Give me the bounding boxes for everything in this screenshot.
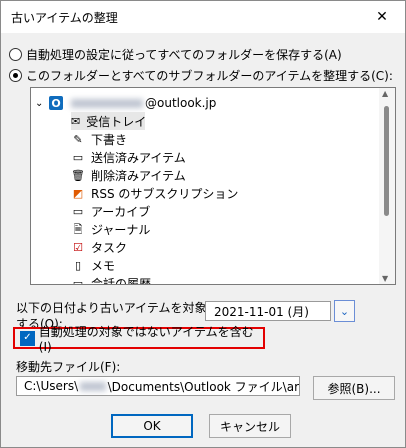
radio-keep-all-indicator[interactable] <box>9 48 22 61</box>
destination-path-field[interactable]: C:\Users\ \Documents\Outlook ファイル\ar <box>16 376 300 396</box>
note-icon: ▯ <box>74 258 82 272</box>
folder-icon: ▭ <box>72 204 84 218</box>
redacted-account-name <box>71 98 143 108</box>
task-icon: ☑ <box>73 240 83 254</box>
close-button[interactable]: ✕ <box>359 1 405 33</box>
tree-item-drafts-label: 下書き <box>91 132 128 147</box>
tree-item-tasks[interactable]: ☑ タスク <box>71 238 127 256</box>
tree-item-sent[interactable]: ▭ 送信済みアイテム <box>71 148 186 166</box>
radio-archive-folder-label: このフォルダーとすべてのサブフォルダーのアイテムを整理する(C): <box>26 69 393 83</box>
ok-button[interactable]: OK <box>111 414 193 438</box>
tree-scrollbar[interactable]: ▲ ▼ <box>379 88 395 284</box>
tree-item-journal-label: ジャーナル <box>91 222 151 237</box>
envelope-icon: ✉ <box>71 114 81 128</box>
scroll-down-arrow-icon[interactable]: ▼ <box>382 274 388 283</box>
tree-item-drafts[interactable]: ✎ 下書き <box>71 130 127 148</box>
tree-item-deleted[interactable]: 🗑 削除済みアイテム <box>71 166 186 184</box>
pencil-icon: ✎ <box>73 132 83 146</box>
include-non-archive-items-checkbox-row[interactable]: ✓ 自動処理の対象ではないアイテムを含む(I) <box>13 325 265 354</box>
date-field[interactable]: 2021-11-01 (月) <box>205 301 331 321</box>
tree-item-tasks-label: タスク <box>91 240 128 255</box>
tree-item-inbox[interactable]: ✉ 受信トレイ <box>71 112 147 130</box>
cancel-button[interactable]: キャンセル <box>209 414 291 438</box>
tree-item-archive[interactable]: ▭ アーカイブ <box>71 202 150 220</box>
rss-icon: ◩ <box>72 186 84 200</box>
titlebar: 古いアイテムの整理 ✕ <box>1 1 405 33</box>
destination-path-suffix: \Documents\Outlook ファイル\ar <box>107 379 299 394</box>
destination-path-prefix: C:\Users\ <box>24 379 79 393</box>
dialog-title: 古いアイテムの整理 <box>11 11 118 25</box>
chevron-down-icon: ⌄ <box>339 304 350 318</box>
tree-item-archive-label: アーカイブ <box>91 204 151 219</box>
outlook-icon: O <box>49 96 63 110</box>
tree-item-journal[interactable]: 🗎 ジャーナル <box>71 220 151 238</box>
date-dropdown-button[interactable]: ⌄ <box>334 300 355 322</box>
folder-tree[interactable]: ⌄ O @outlook.jp ✉ 受信トレイ ✎ 下書き ▭ 送信済みアイテム… <box>30 87 396 285</box>
tree-item-deleted-label: 削除済みアイテム <box>91 168 186 183</box>
journal-icon: 🗎 <box>73 222 83 236</box>
radio-archive-folder-indicator[interactable] <box>9 69 22 82</box>
destination-label: 移動先ファイル(F): <box>16 360 121 374</box>
trash-icon: 🗑 <box>71 168 85 182</box>
collapse-chevron-icon[interactable]: ⌄ <box>35 98 45 109</box>
include-non-archive-items-label: 自動処理の対象ではないアイテムを含む(I) <box>38 324 254 354</box>
include-non-archive-items-checkbox[interactable]: ✓ <box>20 330 35 346</box>
browse-button[interactable]: 参照(B)... <box>313 376 395 400</box>
radio-keep-all[interactable]: 自動処理の設定に従ってすべてのフォルダーを保存する(A) <box>9 46 342 63</box>
tree-item-notes-label: メモ <box>91 258 116 273</box>
redacted-user-folder <box>80 381 106 391</box>
archive-dialog: 古いアイテムの整理 ✕ 自動処理の設定に従ってすべてのフォルダーを保存する(A)… <box>0 0 406 448</box>
tree-item-sent-label: 送信済みアイテム <box>91 150 186 165</box>
folder-icon: ▭ <box>72 150 84 164</box>
tree-item-conversation-history-label: 会話の履歴 <box>91 276 152 285</box>
date-label-line1: 以下の日付より古いアイテムを対象と <box>16 301 219 315</box>
tree-item-rss[interactable]: ◩ RSS のサブスクリプション <box>71 184 239 202</box>
tree-item-rss-label: RSS のサブスクリプション <box>91 186 239 201</box>
scroll-up-arrow-icon[interactable]: ▲ <box>382 89 388 98</box>
tree-item-conversation-history[interactable]: ▭ 会話の履歴 <box>71 274 151 285</box>
tree-account-row[interactable]: ⌄ O @outlook.jp <box>35 94 216 112</box>
radio-keep-all-label: 自動処理の設定に従ってすべてのフォルダーを保存する(A) <box>26 48 342 62</box>
tree-item-inbox-label: 受信トレイ <box>86 114 147 129</box>
scroll-thumb[interactable] <box>384 106 389 216</box>
account-label: @outlook.jp <box>145 96 217 110</box>
radio-archive-folder[interactable]: このフォルダーとすべてのサブフォルダーのアイテムを整理する(C): <box>9 67 393 84</box>
folder-icon: ▭ <box>72 276 84 285</box>
tree-item-notes[interactable]: ▯ メモ <box>71 256 115 274</box>
date-value: 2021-11-01 (月) <box>214 304 309 319</box>
